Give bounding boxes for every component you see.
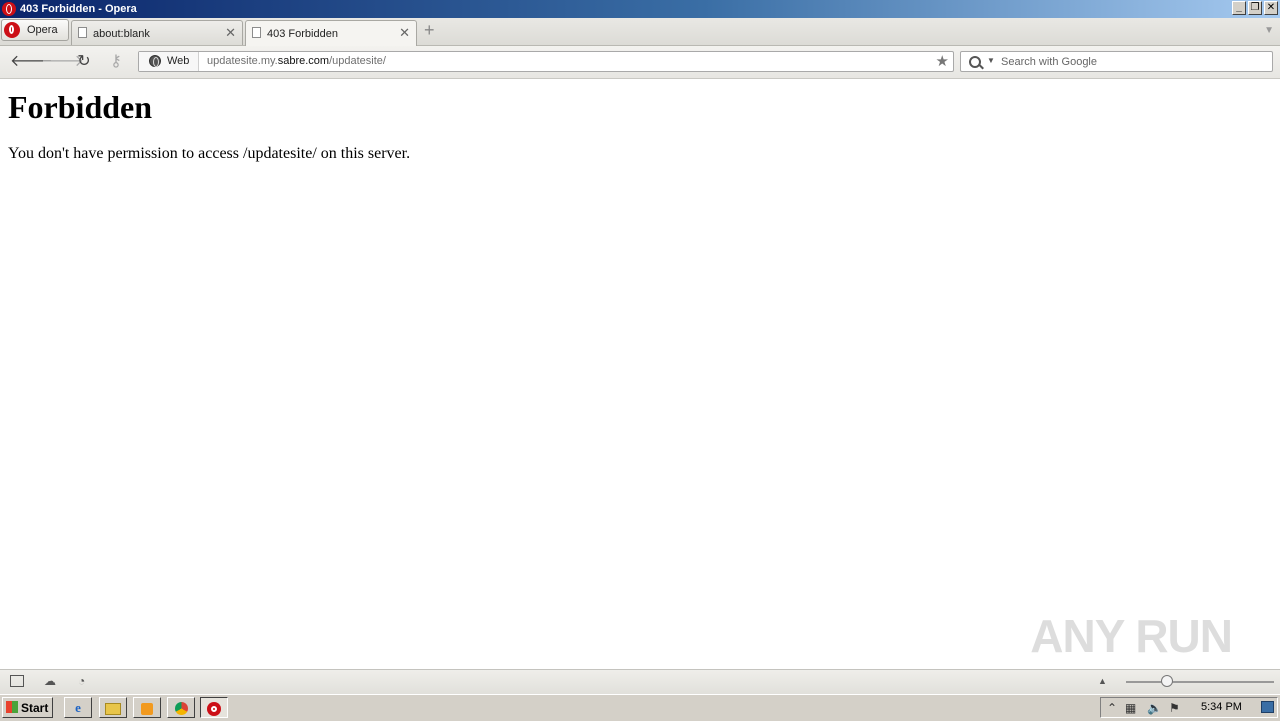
tab-menu-chevron-icon[interactable]: ▼ [1264,25,1274,36]
internet-explorer-icon[interactable]: e [64,697,92,718]
tab-label: about:blank [93,28,150,40]
tab-close-icon[interactable]: ✕ [399,25,410,41]
url-suffix: /updatesite/ [329,55,386,67]
window-title-bar: 403 Forbidden - Opera _ ❐ ✕ [0,0,1280,18]
bookmark-star-icon[interactable]: ★ [936,52,949,70]
web-badge-label: Web [167,55,190,67]
windows-flag-icon [6,701,18,713]
new-tab-plus-icon[interactable]: + [424,21,435,39]
zoom-slider-thumb[interactable] [1161,675,1173,687]
url-host: sabre.com [277,55,330,67]
action-center-flag-icon[interactable]: ⚑ [1169,701,1180,715]
start-label: Start [21,701,49,715]
tab-about-blank[interactable]: about:blank ✕ [71,20,243,45]
opera-app-icon [2,2,16,16]
page-content: Forbidden You don't have permission to a… [0,79,1280,669]
window-title: 403 Forbidden - Opera [20,3,137,15]
url-prefix: updatesite.my. [207,55,278,67]
tab-close-icon[interactable]: ✕ [225,25,236,41]
opera-menu-button[interactable]: Opera [1,19,69,41]
forward-arrow-icon[interactable]: 🡒 [41,52,84,72]
page-icon [252,27,261,38]
speed-dial-icon[interactable]: ◔ [78,675,92,687]
zoom-up-arrow-icon[interactable]: ▲ [1098,676,1107,686]
reload-icon[interactable]: ↻ [74,52,94,72]
cloud-icon[interactable]: ☁ [44,675,58,687]
start-button[interactable]: Start [2,697,53,718]
anyrun-watermark: ANY RUN [1030,610,1233,662]
page-heading: Forbidden [8,89,153,125]
search-engine-dropdown-icon[interactable]: ▼ [987,56,995,65]
opera-taskbar-icon[interactable] [200,697,228,718]
url-field[interactable]: Web updatesite.my.sabre.com/updatesite/ … [138,51,954,72]
tab-bar: Opera about:blank ✕ 403 Forbidden ✕ + ▼ [0,18,1280,46]
status-bar: ☁ ◔ ▲ [0,669,1280,694]
opera-menu-label: Opera [27,24,58,36]
url-text[interactable]: updatesite.my.sabre.com/updatesite/ [207,55,386,67]
search-input[interactable] [999,53,1263,71]
taskbar: Start e ⌃ ▦ 🔈 ⚑ 5:34 PM [0,694,1280,721]
minimize-button[interactable]: _ [1232,1,1246,15]
network-icon[interactable]: ▦ [1125,701,1136,715]
opera-logo-icon [4,22,20,38]
search-icon [969,56,981,68]
address-bar: 🡐 🡒 ↻ ⚷ Web updatesite.my.sabre.com/upda… [0,46,1280,79]
close-window-button[interactable]: ✕ [1264,1,1278,15]
show-hidden-icons-icon[interactable]: ⌃ [1107,701,1117,715]
tab-label: 403 Forbidden [267,28,338,40]
panel-toggle-icon[interactable] [10,675,24,687]
zoom-slider-track[interactable] [1126,681,1274,683]
restore-button[interactable]: ❐ [1248,1,1262,15]
volume-icon[interactable]: 🔈 [1147,701,1162,715]
clock[interactable]: 5:34 PM [1201,701,1242,713]
media-player-icon[interactable] [133,697,161,718]
chrome-icon[interactable] [167,697,195,718]
back-arrow-icon[interactable]: 🡐 [10,52,53,72]
folder-icon[interactable] [99,697,127,718]
globe-icon [149,55,161,67]
window-controls: _ ❐ ✕ [1232,1,1278,15]
search-field[interactable]: ▼ [960,51,1273,72]
key-icon[interactable]: ⚷ [106,52,126,72]
system-tray: ⌃ ▦ 🔈 ⚑ 5:34 PM [1100,697,1278,718]
show-desktop-icon[interactable] [1261,701,1274,713]
tab-403-forbidden[interactable]: 403 Forbidden ✕ [245,20,417,46]
page-icon [78,27,87,38]
web-badge[interactable]: Web [139,52,199,71]
page-message: You don't have permission to access /upd… [8,145,411,162]
